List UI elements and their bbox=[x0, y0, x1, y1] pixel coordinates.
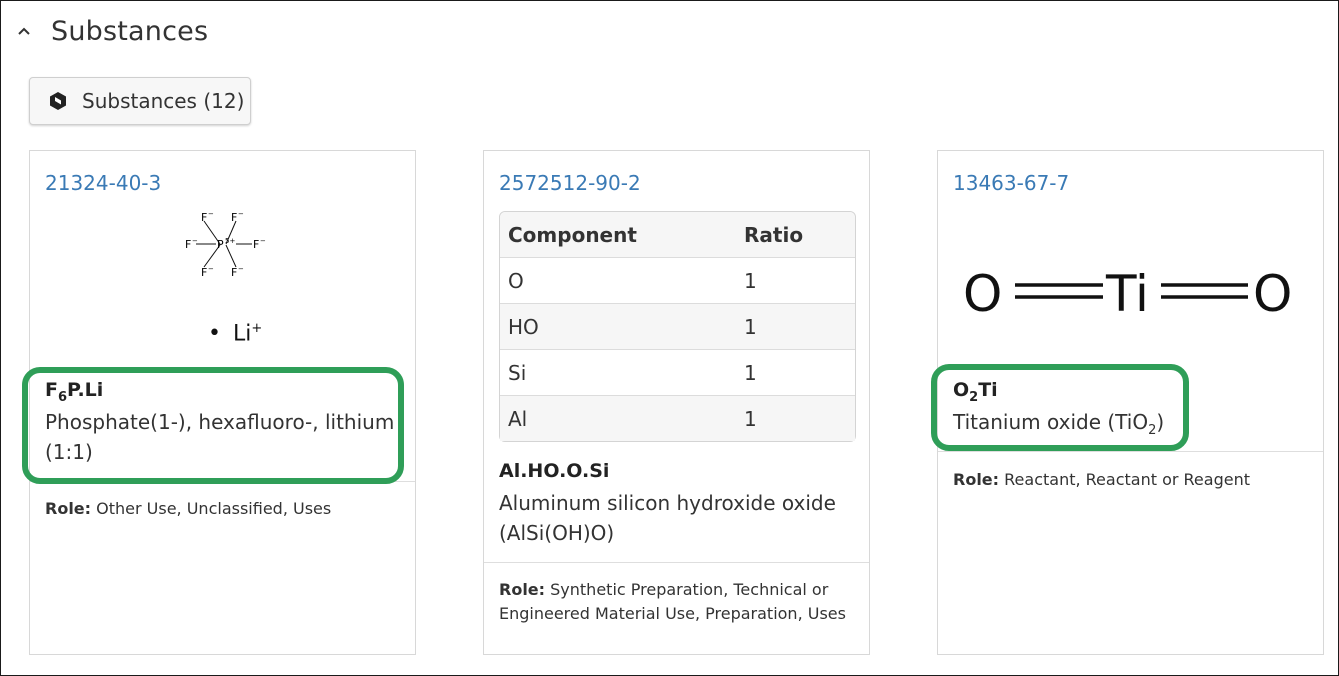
atom-label: O bbox=[963, 265, 1002, 323]
ligand-label: F bbox=[231, 211, 237, 224]
hexafluorophosphate-structure: F − F − F − P 5+ F − F − F − bbox=[185, 210, 266, 279]
titanium-dioxide-structure: O Ti O bbox=[963, 265, 1292, 323]
ligand-label: F bbox=[185, 238, 191, 251]
ion-charge: + bbox=[251, 321, 263, 336]
ligand-label: F bbox=[201, 211, 207, 224]
table-row: HO 1 bbox=[500, 304, 855, 350]
cas-number-link[interactable]: 13463-67-7 bbox=[953, 171, 1069, 195]
substances-panel: Substances Substances (12) 21324-40-3 F … bbox=[0, 0, 1339, 676]
column-header-component: Component bbox=[500, 212, 736, 258]
chevron-up-icon[interactable] bbox=[13, 20, 35, 42]
section-title: Substances bbox=[51, 15, 209, 47]
highlight-box bbox=[931, 364, 1189, 451]
highlight-box bbox=[22, 367, 404, 484]
section-header[interactable]: Substances bbox=[13, 11, 208, 51]
cas-number-link[interactable]: 21324-40-3 bbox=[45, 171, 161, 195]
center-atom-charge: 5+ bbox=[225, 237, 235, 245]
ligand-charge: − bbox=[260, 237, 266, 245]
table-row: Al 1 bbox=[500, 396, 855, 441]
center-atom-label: P bbox=[217, 238, 224, 251]
ligand-label: F bbox=[201, 266, 207, 279]
ligand-label: F bbox=[253, 238, 259, 251]
ligand-charge: − bbox=[238, 210, 244, 218]
atom-label: Ti bbox=[1105, 265, 1149, 323]
table-row: Si 1 bbox=[500, 350, 855, 396]
column-header-ratio: Ratio bbox=[736, 212, 855, 258]
ligand-charge: − bbox=[192, 237, 198, 245]
card-divider bbox=[484, 562, 869, 563]
role-text: Role: Other Use, Unclassified, Uses bbox=[45, 499, 332, 518]
ligand-charge: − bbox=[208, 210, 214, 218]
components-table: Component Ratio O1 HO 1 Si 1 Al 1 bbox=[499, 211, 856, 442]
substances-button-label: Substances (12) bbox=[82, 89, 245, 113]
cas-number-link[interactable]: 2572512-90-2 bbox=[499, 171, 641, 195]
role-text: Role: Reactant, Reactant or Reagent bbox=[953, 470, 1250, 489]
cube-icon bbox=[48, 91, 68, 111]
card-divider bbox=[938, 451, 1323, 452]
substance-card: 2572512-90-2 Component Ratio O1 HO 1 Si 1 … bbox=[483, 150, 870, 655]
table-row: O1 bbox=[500, 258, 855, 304]
substances-button[interactable]: Substances (12) bbox=[29, 77, 251, 125]
bullet-dot: • bbox=[208, 321, 221, 347]
lithium-ion: • Li+ bbox=[208, 321, 262, 346]
ion-label: Li bbox=[232, 321, 252, 347]
molecular-formula: Al.HO.O.Si bbox=[499, 460, 610, 482]
ligand-charge: − bbox=[238, 265, 244, 273]
role-text: Role: Synthetic Preparation, Technical o… bbox=[499, 580, 846, 623]
ligand-charge: − bbox=[208, 265, 214, 273]
atom-label: O bbox=[1253, 265, 1292, 323]
substance-name: Aluminum silicon hydroxide oxide (AlSi(O… bbox=[499, 491, 836, 545]
ligand-label: F bbox=[231, 266, 237, 279]
